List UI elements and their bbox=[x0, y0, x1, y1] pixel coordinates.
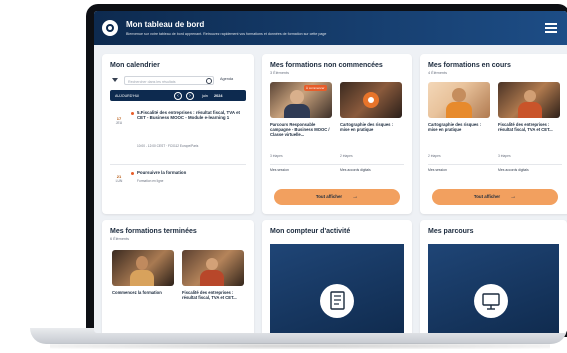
course-title[interactable]: Cartographie des risques : mise en prati… bbox=[428, 122, 488, 132]
course-title[interactable]: Parcours Responsable campagne - Business… bbox=[270, 122, 330, 138]
search-input[interactable]: Rechercher dans les résultats bbox=[124, 76, 214, 85]
event-title[interactable]: 5.Fiscalité des entreprises : résultat f… bbox=[137, 110, 241, 121]
course-thumbnail[interactable] bbox=[182, 250, 244, 286]
course-thumbnail[interactable]: À commencer bbox=[270, 82, 332, 118]
calendar-card: Mon calendrier Rechercher dans les résul… bbox=[102, 54, 254, 214]
computer-screen-icon bbox=[474, 284, 508, 318]
event-date: 21 LUN bbox=[115, 174, 123, 183]
course-stages: 2 étapes bbox=[340, 154, 353, 158]
divider bbox=[270, 164, 404, 165]
app-logo[interactable] bbox=[102, 20, 118, 36]
next-month-button[interactable]: › bbox=[186, 91, 194, 100]
course-stages: 2 étapes bbox=[428, 154, 441, 158]
event-title[interactable]: Poursuivre la formation bbox=[137, 170, 241, 175]
course-stages: 3 étapes bbox=[270, 154, 283, 158]
document-list-icon bbox=[320, 284, 354, 318]
finished-count: 6 Éléments bbox=[110, 237, 129, 241]
date-navigation: AUJOURD'HUI ‹ › juin 2024 bbox=[110, 90, 246, 101]
show-all-button[interactable]: Tout afficher → bbox=[274, 189, 400, 205]
agenda-button[interactable]: Agenda bbox=[220, 77, 233, 81]
page-subtitle: Bienvenue sur votre tableau de bord appr… bbox=[126, 32, 327, 36]
arrow-right-icon: → bbox=[510, 194, 517, 200]
finished-title: Mes formations terminées bbox=[110, 228, 197, 235]
dashboard-screen: Mon tableau de bord Bienvenue sur votre … bbox=[94, 11, 567, 333]
paths-panel[interactable] bbox=[428, 244, 559, 333]
year-select[interactable]: 2024 bbox=[214, 94, 222, 98]
calendar-filter-row: Rechercher dans les résultats Agenda bbox=[110, 76, 246, 86]
activity-panel[interactable] bbox=[270, 244, 404, 333]
paths-card: Mes parcours bbox=[420, 220, 567, 333]
search-icon[interactable] bbox=[206, 78, 212, 84]
in-progress-title: Mes formations en cours bbox=[428, 62, 511, 69]
calendar-title: Mon calendrier bbox=[110, 62, 160, 69]
not-started-count: 3 Éléments bbox=[270, 71, 289, 75]
event-date: 17 JEU bbox=[115, 116, 123, 125]
arrow-right-icon: → bbox=[352, 194, 359, 200]
activity-card: Mon compteur d'activité bbox=[262, 220, 412, 333]
paths-title: Mes parcours bbox=[428, 228, 474, 235]
course-title[interactable]: Fiscalité des entreprises : résultat fis… bbox=[182, 290, 242, 300]
activity-title: Mon compteur d'activité bbox=[270, 228, 351, 235]
not-started-card: Mes formations non commencées 3 Éléments… bbox=[262, 54, 412, 214]
prev-month-button[interactable]: ‹ bbox=[174, 91, 182, 100]
course-thumbnail[interactable] bbox=[112, 250, 174, 286]
finished-card: Mes formations terminées 6 Éléments Comm… bbox=[102, 220, 254, 333]
course-footer[interactable]: Mes session bbox=[428, 168, 447, 172]
divider bbox=[110, 164, 246, 165]
filter-icon[interactable] bbox=[112, 78, 118, 83]
calendar-event[interactable]: 17 JEU 5.Fiscalité des entreprises : rés… bbox=[110, 110, 246, 162]
current-month: juin bbox=[202, 93, 208, 98]
course-footer[interactable]: Mes accords digitals bbox=[340, 168, 371, 172]
show-all-button[interactable]: Tout afficher → bbox=[432, 189, 558, 205]
course-stages: 3 étapes bbox=[498, 154, 511, 158]
course-thumbnail[interactable] bbox=[428, 82, 490, 118]
course-title[interactable]: Fiscalité des entreprises : résultat fis… bbox=[498, 122, 558, 132]
menu-icon[interactable] bbox=[545, 23, 557, 33]
status-badge: À commencer bbox=[304, 85, 327, 91]
event-marker bbox=[131, 172, 134, 175]
laptop-shadow bbox=[50, 343, 550, 349]
calendar-event[interactable]: 21 LUN Poursuivre la formation Formation… bbox=[110, 170, 246, 196]
in-progress-card: Mes formations en cours 4 Éléments Carto… bbox=[420, 54, 567, 214]
event-meta: 10:00 - 12:00 CEST · FC0112 Europe/Paris bbox=[137, 144, 199, 148]
course-thumbnail[interactable] bbox=[340, 82, 402, 118]
course-footer[interactable]: Mes session bbox=[270, 168, 289, 172]
today-button[interactable]: AUJOURD'HUI bbox=[115, 94, 139, 98]
in-progress-count: 4 Éléments bbox=[428, 71, 447, 75]
course-title[interactable]: Commencez la formation bbox=[112, 290, 172, 295]
divider bbox=[428, 164, 562, 165]
page-title: Mon tableau de bord bbox=[126, 20, 205, 29]
top-header: Mon tableau de bord Bienvenue sur votre … bbox=[94, 11, 567, 45]
event-meta: Formation en ligne bbox=[137, 179, 164, 183]
course-thumbnail[interactable] bbox=[498, 82, 560, 118]
event-marker bbox=[131, 112, 134, 115]
course-footer[interactable]: Mes accords digitals bbox=[498, 168, 529, 172]
course-title[interactable]: Cartographie des risques : mise en prati… bbox=[340, 122, 400, 132]
not-started-title: Mes formations non commencées bbox=[270, 62, 383, 69]
